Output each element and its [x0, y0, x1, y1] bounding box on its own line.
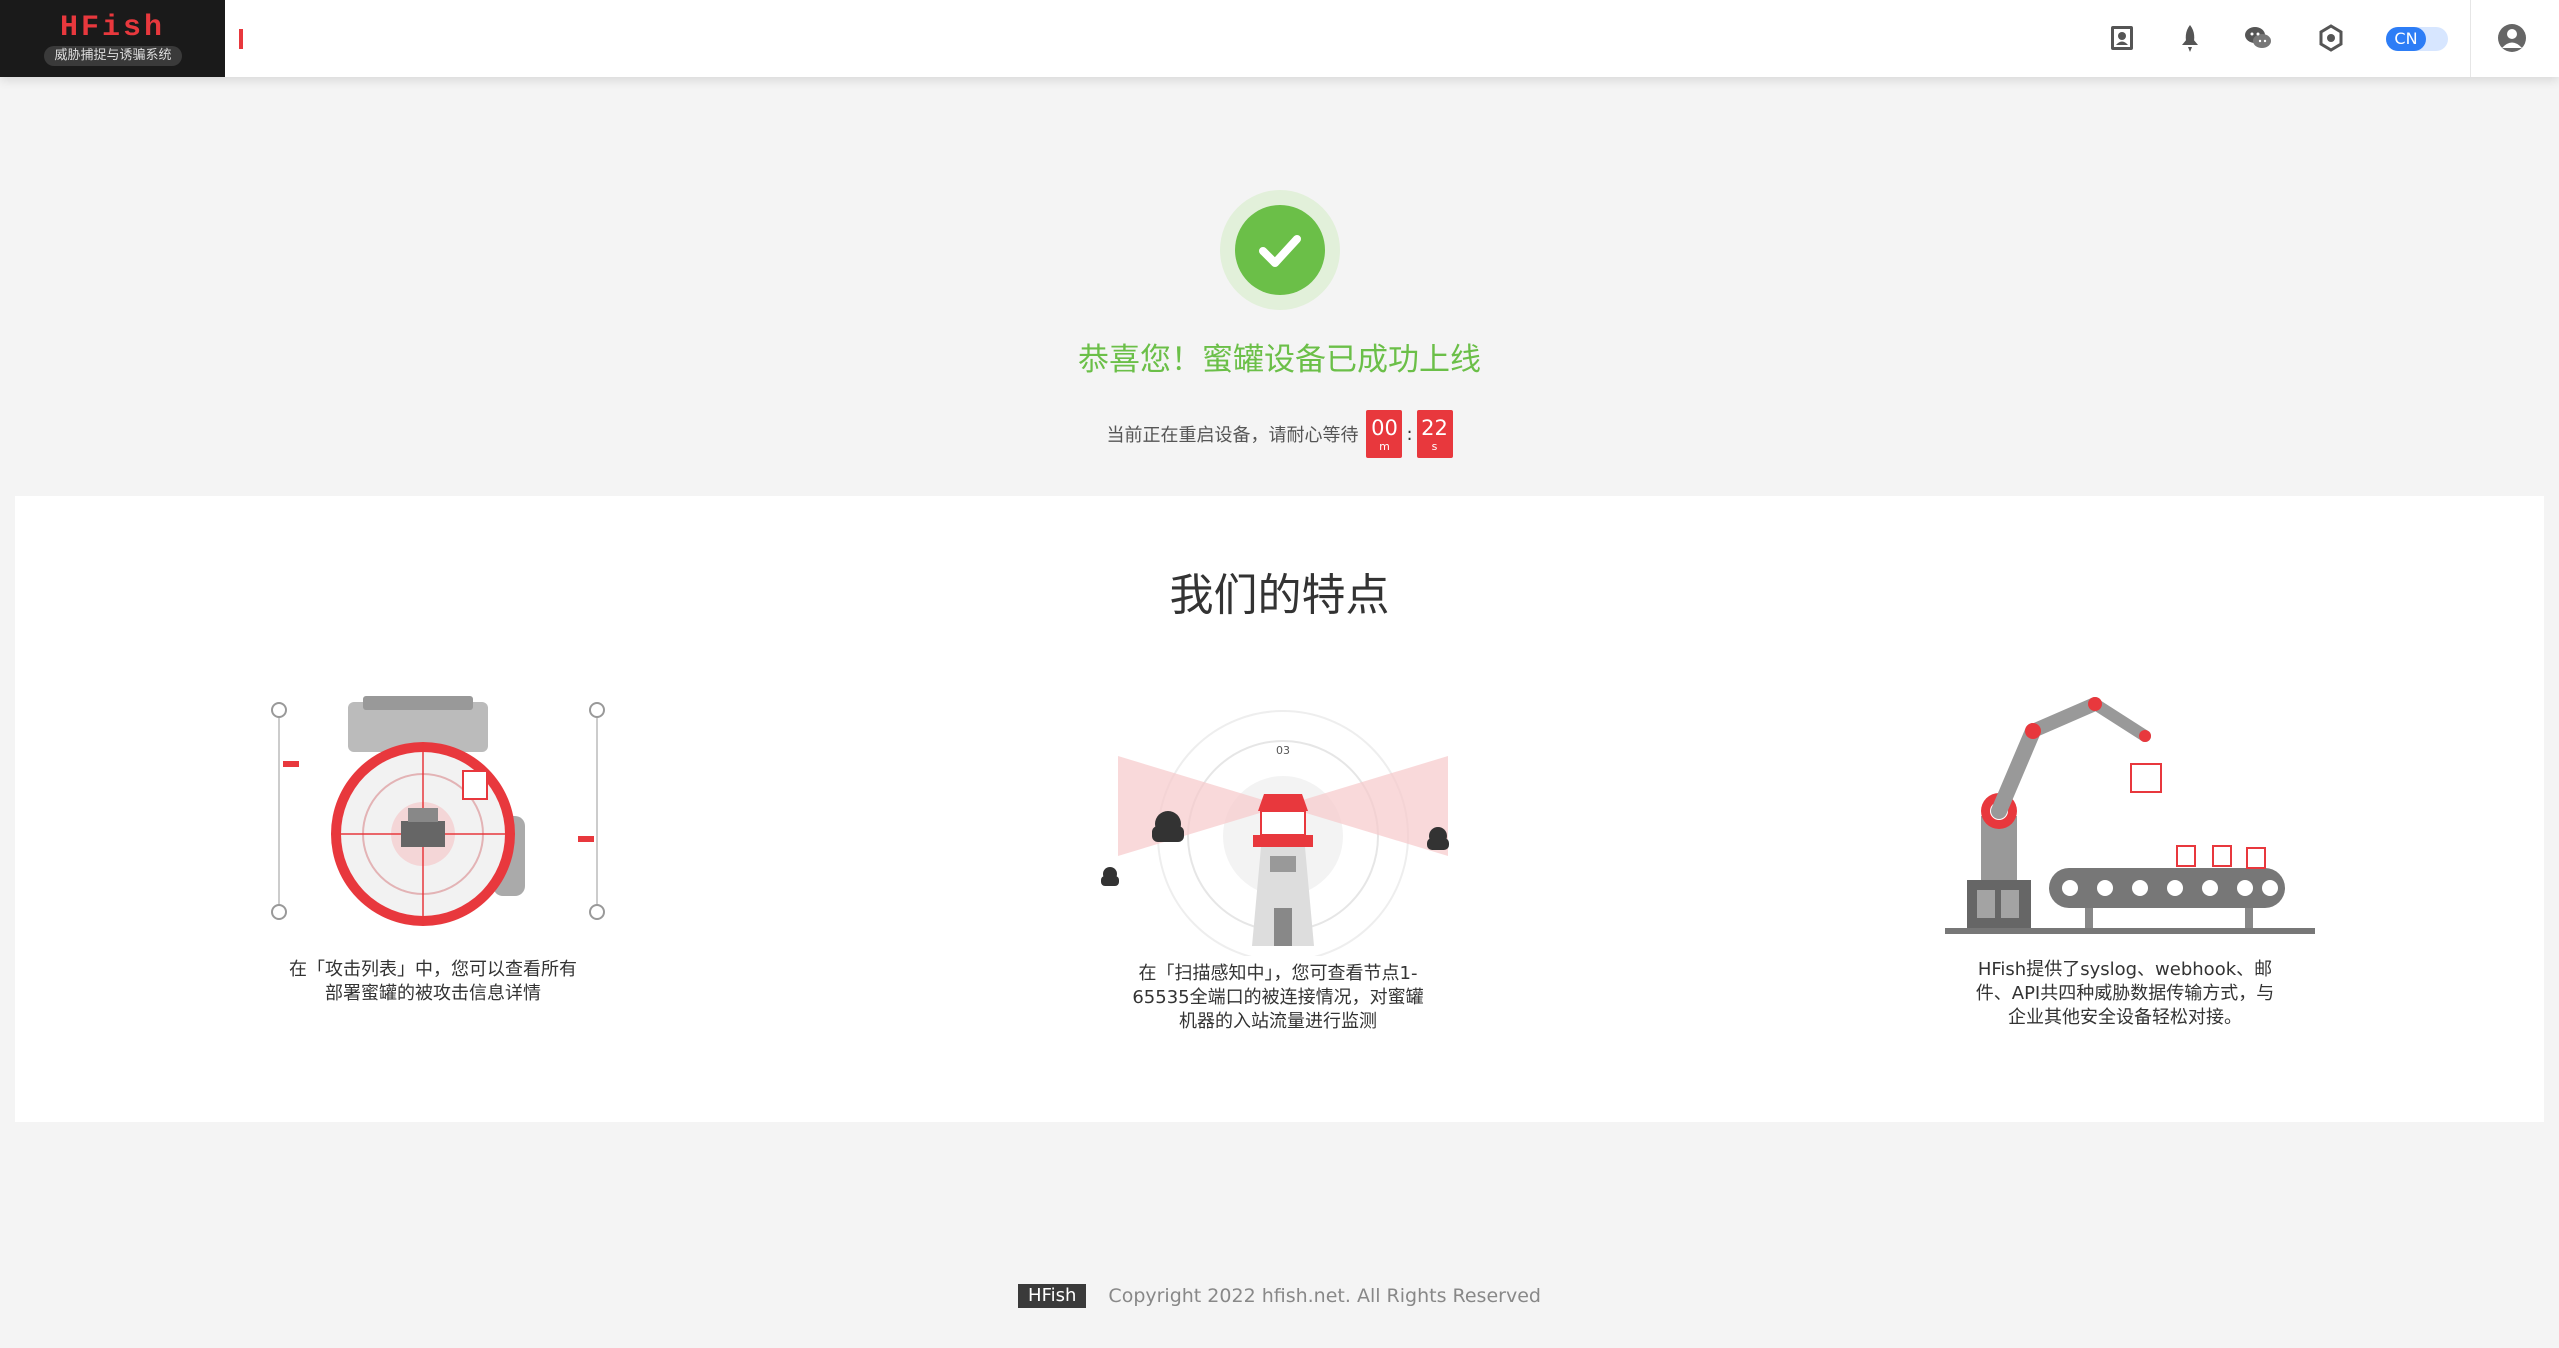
feature-scan-perception: 03 在「扫描感知中」，您可查看节点1- 65535全端口的被连接情况，对蜜罐 … [1098, 696, 1458, 1034]
logo-subtitle: 威胁捕捉与诱骗系统 [44, 46, 182, 66]
feature-attack-list: 在「攻击列表」中，您可以查看所有 部署蜜罐的被攻击信息详情 [253, 696, 613, 1006]
countdown-separator: : [1406, 423, 1413, 445]
checkmark-icon [1235, 205, 1325, 295]
feature-attack-list-text: 在「攻击列表」中，您可以查看所有 部署蜜罐的被攻击信息详情 [289, 959, 577, 1004]
rocket-icon[interactable] [2172, 20, 2208, 56]
document-icon[interactable] [2104, 20, 2140, 56]
header-divider [2470, 0, 2471, 77]
language-toggle-label: CN [2386, 27, 2426, 51]
countdown-seconds-value: 22 [1421, 415, 1448, 440]
countdown-minutes-value: 00 [1371, 415, 1398, 440]
lighthouse-illustration: 03 [1101, 710, 1449, 956]
countdown-minutes-unit: m [1379, 439, 1390, 453]
success-title: 恭喜您！蜜罐设备已成功上线 [1078, 342, 1481, 378]
robot-arm-illustration [1945, 697, 2315, 934]
logo-title: HFish [59, 11, 165, 45]
footer: HFish Copyright 2022 hfish.net. All Righ… [0, 1284, 2559, 1308]
restart-status-text: 当前正在重启设备，请耐心等待 [1106, 425, 1359, 446]
svg-text:03: 03 [1276, 744, 1290, 757]
footer-badge: HFish [1018, 1284, 1087, 1308]
wechat-icon[interactable] [2240, 20, 2276, 56]
restart-status: 当前正在重启设备，请耐心等待 00 m : 22 s [0, 410, 2559, 458]
success-badge [1220, 190, 1340, 310]
footer-copyright: Copyright 2022 hfish.net. All Rights Res… [1108, 1285, 1541, 1307]
features-card: 我们的特点 在「攻击列表」中，您可以查看所有 部署蜜罐的被攻击信息详情 03 在… [15, 496, 2544, 1122]
top-header: HFish 威胁捕捉与诱骗系统 CN [0, 0, 2559, 77]
language-toggle[interactable]: CN [2386, 27, 2448, 51]
feature-data-transfer-text: HFish提供了syslog、webhook、邮 件、API共四种威胁数据传输方… [1975, 959, 2275, 1028]
hexagon-icon[interactable] [2313, 20, 2349, 56]
sidebar-collapse-indicator[interactable] [239, 29, 243, 49]
countdown-seconds: 22 s [1416, 410, 1453, 458]
countdown-minutes: 00 m [1366, 410, 1403, 458]
features-title: 我们的特点 [1169, 570, 1390, 621]
avatar-icon[interactable] [2494, 20, 2530, 56]
feature-scan-perception-text: 在「扫描感知中」，您可查看节点1- 65535全端口的被连接情况，对蜜罐 机器的… [1132, 963, 1424, 1032]
feature-data-transfer: HFish提供了syslog、webhook、邮 件、API共四种威胁数据传输方… [1945, 696, 2315, 1030]
target-scope-illustration [271, 696, 605, 926]
logo[interactable]: HFish 威胁捕捉与诱骗系统 [0, 0, 225, 77]
countdown-seconds-unit: s [1431, 439, 1438, 453]
